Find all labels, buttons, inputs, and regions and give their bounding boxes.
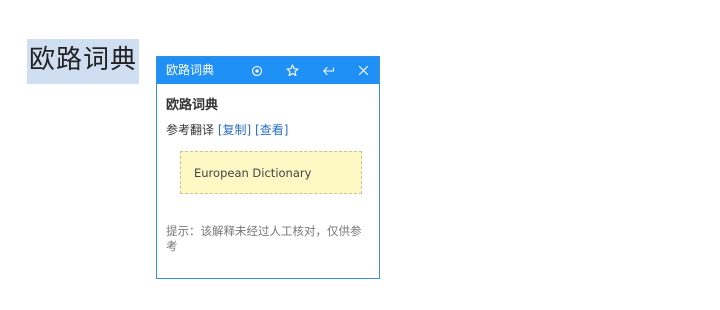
popup-body: 欧路词典 参考翻译 [复制] [查看] European Dictionary …: [157, 84, 379, 254]
popup-title: 欧路词典: [166, 63, 215, 77]
disclaimer-hint: 提示：该解释未经过人工核对，仅供参考: [166, 224, 362, 253]
popup-header: 欧路词典: [157, 57, 379, 84]
dictionary-popup: 欧路词典 欧路词典 参考翻译 [复制] [查看] European Dictio…: [156, 56, 380, 279]
reference-translation-line: 参考翻译 [复制] [查看]: [166, 122, 370, 139]
reference-label: 参考翻译: [166, 123, 215, 137]
star-icon[interactable]: [280, 57, 304, 84]
translation-box: European Dictionary: [180, 151, 362, 194]
selected-word[interactable]: 欧路词典: [27, 39, 140, 84]
translation-text: European Dictionary: [194, 165, 312, 180]
view-link[interactable]: [查看]: [255, 123, 288, 137]
close-icon[interactable]: [351, 57, 375, 84]
copy-link[interactable]: [复制]: [218, 123, 251, 137]
back-icon[interactable]: [316, 57, 340, 84]
entry-word: 欧路词典: [166, 98, 219, 113]
page: 欧路词典 欧路词典 欧路词典 参考翻译 [复制] [查看] European D…: [0, 0, 720, 310]
target-icon[interactable]: [245, 57, 269, 84]
